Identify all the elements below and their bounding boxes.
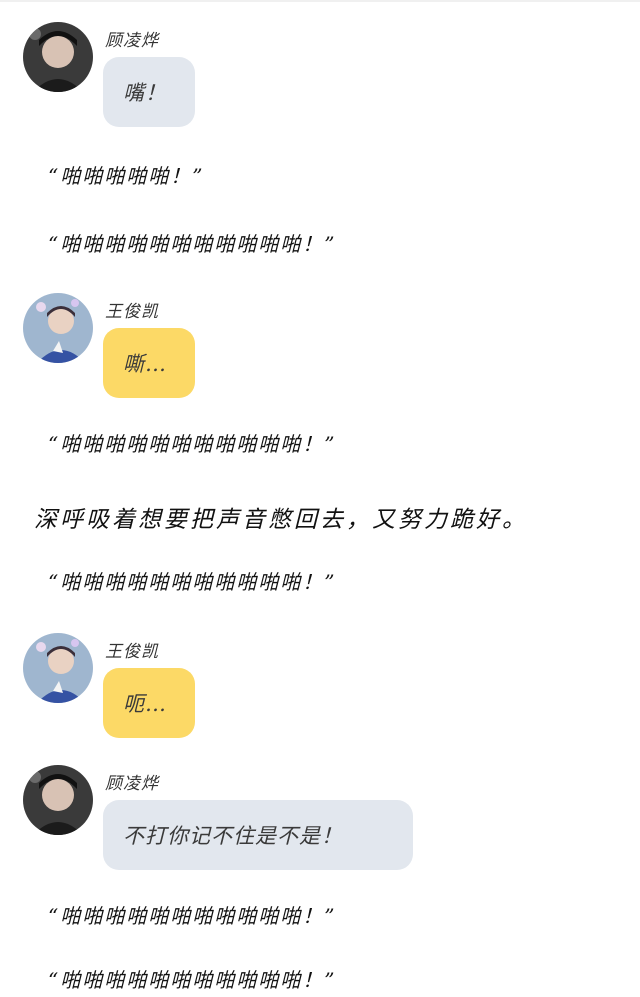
narration-line: “啪啪啪啪啪啪啪啪啪啪啪！” [48,570,337,594]
message-bubble[interactable]: 呃… [103,668,195,738]
sender-name: 顾凌烨 [105,31,159,51]
narration-line: “啪啪啪啪啪！” [48,164,205,188]
narration-line: “啪啪啪啪啪啪啪啪啪啪啪！” [48,432,337,456]
narration-line: “啪啪啪啪啪啪啪啪啪啪啪！” [48,904,337,928]
avatar-gu-lingye[interactable] [23,765,93,835]
message-bubble[interactable]: 嘴！ [103,57,195,127]
top-divider [0,0,640,2]
narration-text: 深呼吸着想要把声音憋回去，又努力跪好。 [34,507,528,533]
sender-name: 王俊凯 [105,642,159,662]
sender-name: 顾凌烨 [105,774,159,794]
narration-line: “啪啪啪啪啪啪啪啪啪啪啪！” [48,232,337,256]
sender-name: 王俊凯 [105,302,159,322]
avatar-wang-junkai[interactable] [23,633,93,703]
avatar-wang-junkai[interactable] [23,293,93,363]
message-bubble[interactable]: 嘶… [103,328,195,398]
avatar-gu-lingye[interactable] [23,22,93,92]
message-bubble[interactable]: 不打你记不住是不是！ [103,800,413,870]
narration-line: “啪啪啪啪啪啪啪啪啪啪啪！” [48,968,337,992]
